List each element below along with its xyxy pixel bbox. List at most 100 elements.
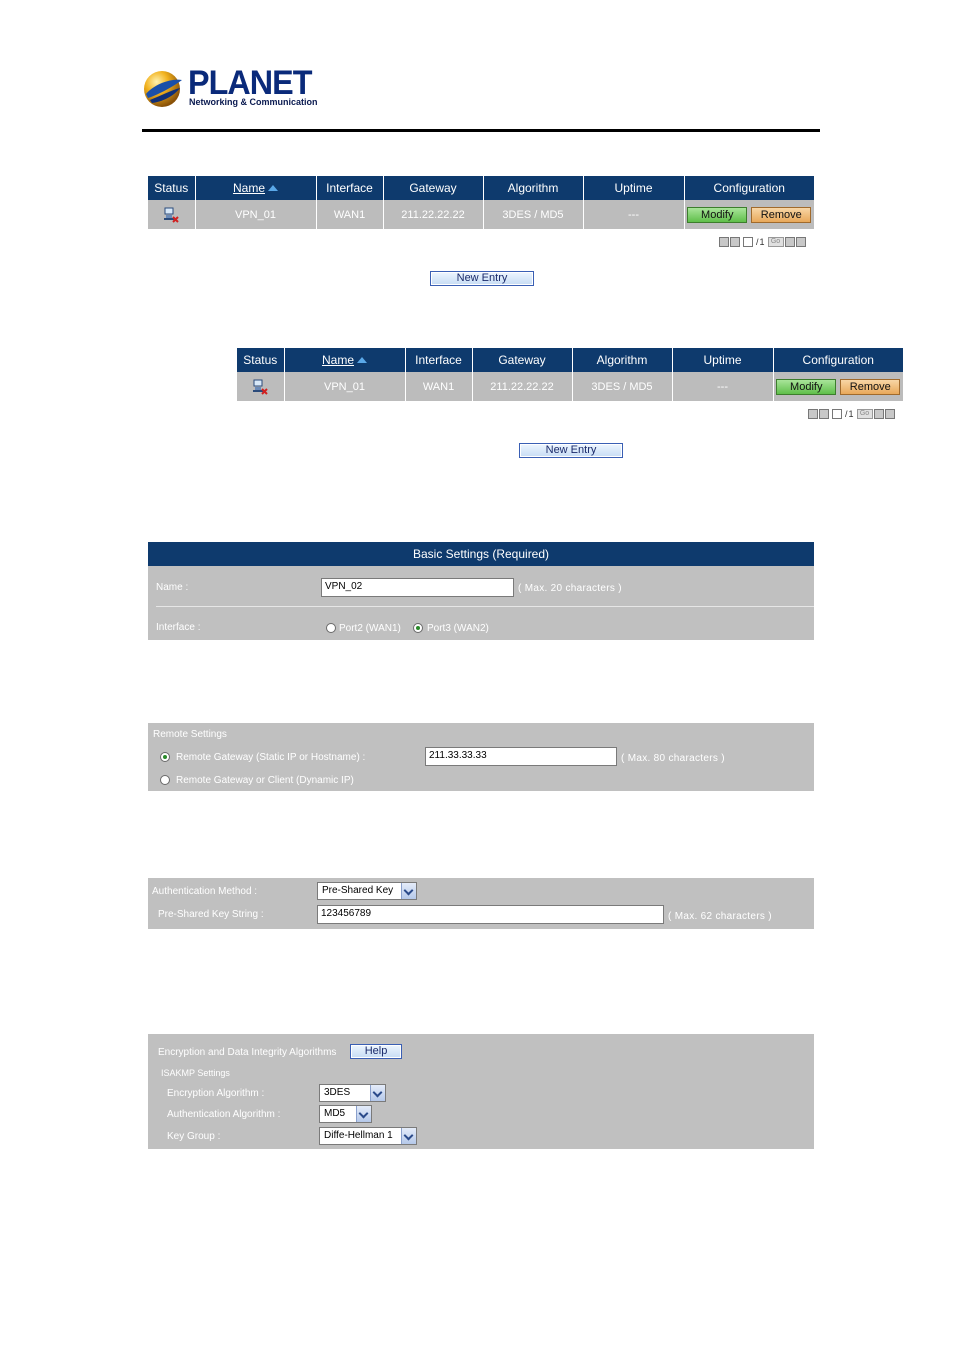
- sort-ascending-icon: [268, 185, 278, 191]
- enc-algorithm-label: Encryption Algorithm :: [167, 1088, 265, 1099]
- page-total: 1: [848, 409, 854, 419]
- encryption-title: Encryption and Data Integrity Algorithms: [158, 1047, 337, 1058]
- first-page-icon[interactable]: [719, 237, 729, 247]
- header-rule: [142, 129, 820, 132]
- help-button[interactable]: Help: [350, 1044, 402, 1059]
- planet-logo: PLANET Networking & Communication: [142, 64, 318, 110]
- key-group-select[interactable]: Diffe-Hellman 1: [319, 1127, 417, 1145]
- name-hint: ( Max. 20 characters ): [518, 583, 622, 594]
- go-button[interactable]: Go: [856, 409, 873, 419]
- enc-algorithm-select[interactable]: 3DES: [319, 1084, 386, 1102]
- port3-label: Port3 (WAN2): [427, 623, 489, 634]
- vpn-name-input[interactable]: VPN_02: [321, 578, 514, 597]
- last-page-icon[interactable]: [795, 237, 806, 247]
- interface-cell: WAN1: [316, 200, 384, 229]
- page-separator: /: [756, 237, 759, 247]
- gateway-cell: 211.22.22.22: [383, 200, 484, 229]
- basic-settings-title: Basic Settings (Required): [148, 542, 814, 566]
- key-group-label: Key Group :: [167, 1131, 221, 1142]
- enc-algorithm-value: 3DES: [324, 1087, 351, 1098]
- remote-gateway-input[interactable]: 211.33.33.33: [425, 747, 617, 766]
- next-page-icon[interactable]: [784, 237, 795, 247]
- auth-method-select[interactable]: Pre-Shared Key: [317, 882, 417, 900]
- first-page-icon[interactable]: [808, 409, 818, 419]
- status-cell: [148, 200, 196, 229]
- col-algorithm: Algorithm: [483, 176, 584, 200]
- auth-algorithm-value: MD5: [324, 1108, 346, 1119]
- chevron-down-icon: [370, 1085, 385, 1101]
- psk-input[interactable]: 123456789: [317, 905, 664, 924]
- status-cell: [237, 372, 285, 401]
- prev-page-icon[interactable]: [730, 237, 740, 247]
- name-label: Name :: [156, 582, 189, 593]
- col-configuration: Configuration: [773, 348, 903, 372]
- auth-method-label: Authentication Method :: [152, 886, 258, 897]
- auth-algorithm-label: Authentication Algorithm :: [167, 1109, 281, 1120]
- port3-radio[interactable]: [413, 623, 423, 633]
- psk-label: Pre-Shared Key String :: [158, 909, 264, 920]
- page-number-input[interactable]: [743, 237, 753, 247]
- planet-globe-icon: [144, 71, 182, 107]
- modify-button[interactable]: Modify: [687, 206, 748, 223]
- col-gateway: Gateway: [383, 176, 484, 200]
- gateway-cell: 211.22.22.22: [472, 372, 573, 401]
- remote-settings-title: Remote Settings: [153, 729, 227, 740]
- remote-gateway-hint: ( Max. 80 characters ): [621, 753, 725, 764]
- remote-dynamic-radio[interactable]: [160, 775, 170, 785]
- col-gateway: Gateway: [472, 348, 573, 372]
- col-name-sort[interactable]: Name: [195, 176, 317, 200]
- port2-radio[interactable]: [326, 623, 336, 633]
- configuration-cell: Modify Remove: [684, 200, 814, 229]
- col-uptime: Uptime: [672, 348, 774, 372]
- prev-page-icon[interactable]: [819, 409, 829, 419]
- vpn-table-1: Status Name Interface Gateway Algorithm …: [148, 176, 814, 229]
- uptime-cell: ---: [672, 372, 774, 401]
- logo-tagline: Networking & Communication: [189, 97, 318, 107]
- interface-cell: WAN1: [405, 372, 473, 401]
- remove-button[interactable]: Remove: [840, 378, 901, 395]
- pager-1: / 1 Go: [719, 236, 806, 248]
- remote-dynamic-label: Remote Gateway or Client (Dynamic IP): [176, 775, 354, 786]
- col-name-sort[interactable]: Name: [284, 348, 406, 372]
- next-page-icon[interactable]: [873, 409, 884, 419]
- col-interface: Interface: [316, 176, 384, 200]
- algorithm-cell: 3DES / MD5: [572, 372, 673, 401]
- new-entry-button[interactable]: New Entry: [519, 443, 623, 458]
- col-interface: Interface: [405, 348, 473, 372]
- modify-button[interactable]: Modify: [776, 378, 837, 395]
- logo-wordmark: PLANET: [188, 64, 312, 102]
- col-name-label[interactable]: Name: [233, 181, 265, 195]
- col-uptime: Uptime: [583, 176, 685, 200]
- key-group-value: Diffe-Hellman 1: [324, 1130, 393, 1141]
- auth-method-value: Pre-Shared Key: [322, 885, 394, 896]
- table-row: VPN_01 WAN1 211.22.22.22 3DES / MD5 --- …: [148, 200, 814, 229]
- new-entry-button[interactable]: New Entry: [430, 271, 534, 286]
- interface-label: Interface :: [156, 622, 201, 633]
- col-status: Status: [237, 348, 285, 372]
- page-separator: /: [845, 409, 848, 419]
- last-page-icon[interactable]: [884, 409, 895, 419]
- col-algorithm: Algorithm: [572, 348, 673, 372]
- chevron-down-icon: [401, 1128, 416, 1144]
- configuration-cell: Modify Remove: [773, 372, 903, 401]
- psk-hint: ( Max. 62 characters ): [668, 911, 772, 922]
- chevron-down-icon: [356, 1106, 371, 1122]
- remove-button[interactable]: Remove: [751, 206, 812, 223]
- auth-algorithm-select[interactable]: MD5: [319, 1105, 372, 1123]
- col-name-label[interactable]: Name: [322, 353, 354, 367]
- table-row: VPN_01 WAN1 211.22.22.22 3DES / MD5 --- …: [237, 372, 903, 401]
- vpn-table-2: Status Name Interface Gateway Algorithm …: [237, 348, 903, 401]
- remote-static-label: Remote Gateway (Static IP or Hostname) :: [176, 752, 366, 763]
- remote-static-radio[interactable]: [160, 752, 170, 762]
- algorithm-cell: 3DES / MD5: [483, 200, 584, 229]
- sort-ascending-icon: [357, 357, 367, 363]
- divider: [156, 606, 814, 607]
- isakmp-label: ISAKMP Settings: [161, 1068, 230, 1078]
- pager-2: / 1 Go: [808, 408, 895, 420]
- name-cell: VPN_01: [195, 200, 317, 229]
- page-total: 1: [759, 237, 765, 247]
- go-button[interactable]: Go: [767, 237, 784, 247]
- tunnel-disconnected-icon: [163, 207, 179, 223]
- page-number-input[interactable]: [832, 409, 842, 419]
- tunnel-disconnected-icon: [252, 379, 268, 395]
